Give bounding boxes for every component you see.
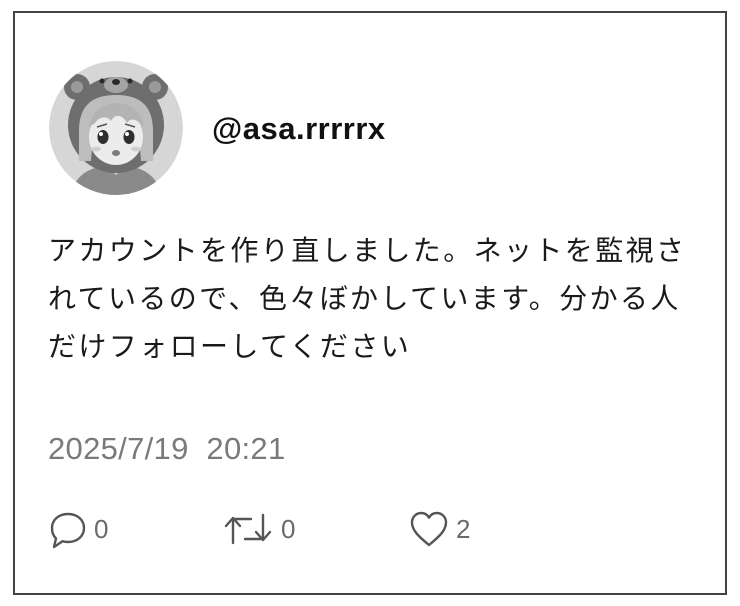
reply-button[interactable]: 0 — [48, 507, 108, 551]
like-button[interactable]: 2 — [408, 507, 470, 551]
retweet-icon — [221, 509, 275, 549]
retweet-button[interactable]: 0 — [221, 507, 295, 551]
post-card: @asa.rrrrrx アカウントを作り直しました。ネットを監視されているので、… — [13, 11, 727, 595]
avatar[interactable] — [49, 61, 183, 195]
post-text: アカウントを作り直しました。ネットを監視されているので、色々ぼかしています。分か… — [48, 234, 687, 363]
heart-icon — [408, 509, 450, 549]
retweet-count: 0 — [281, 513, 296, 544]
like-count: 2 — [456, 513, 471, 544]
bear-hood-girl-avatar-image — [49, 61, 183, 195]
post-timestamp[interactable]: 2025/7/19 20:21 — [48, 431, 286, 467]
comment-icon — [48, 509, 88, 549]
username-handle[interactable]: @asa.rrrrrx — [212, 111, 386, 147]
reply-count: 0 — [94, 513, 109, 544]
